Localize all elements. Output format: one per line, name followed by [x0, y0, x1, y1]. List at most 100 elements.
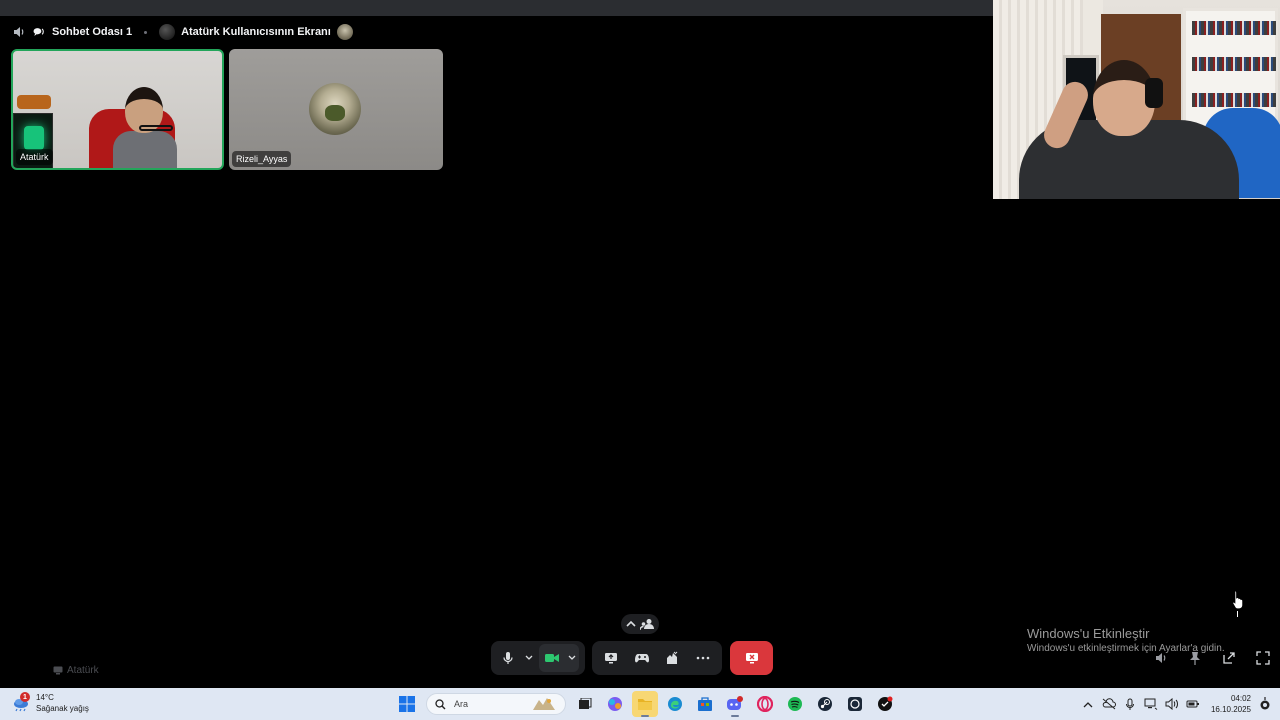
store-icon: [698, 697, 712, 711]
camera-options-button[interactable]: [566, 646, 578, 670]
spotify-icon: [788, 697, 802, 711]
search-icon: [435, 698, 446, 709]
video-tools: [1150, 648, 1274, 668]
activity-controls: [592, 641, 722, 675]
volume-icon: [1156, 653, 1166, 663]
video-camera-icon: [544, 654, 559, 662]
leave-call-icon: [745, 653, 758, 664]
self-status: Atatürk: [53, 665, 99, 676]
volume-button[interactable]: [1150, 646, 1172, 670]
app-window-icon: [848, 697, 862, 711]
pop-out-button[interactable]: [1218, 646, 1240, 670]
stream-title: Atatürk Kullanıcısının Ekranı: [181, 26, 331, 38]
gamepad-icon: [634, 654, 649, 663]
folder-icon: [638, 699, 652, 710]
network-icon: [1144, 698, 1158, 710]
tray-overflow-button[interactable]: [1081, 697, 1095, 711]
participant-name-label: Rizeli_Ayyas: [232, 151, 292, 167]
tray-battery[interactable]: [1186, 697, 1200, 711]
chevron-down-icon: [525, 655, 533, 660]
discord-icon: [727, 696, 743, 710]
chat-bubble-icon: [32, 25, 46, 39]
task-view-button[interactable]: [572, 691, 598, 717]
app-icon-8[interactable]: [842, 691, 868, 717]
microphone-icon: [503, 652, 513, 664]
volume-icon: [1165, 698, 1178, 710]
media-controls: [491, 641, 585, 675]
chevron-up-icon: [1083, 701, 1093, 707]
channel-name[interactable]: Sohbet Odası 1: [52, 26, 132, 38]
participant-name-label: Atatürk: [16, 149, 53, 165]
search-placeholder: Ara: [454, 699, 469, 709]
screen-icon: [53, 666, 63, 675]
opera-icon: [757, 696, 773, 712]
file-explorer-app[interactable]: [632, 691, 658, 717]
microphone-options-button[interactable]: [523, 646, 535, 670]
webcam-person: [113, 87, 177, 168]
soundboard-icon: [667, 651, 678, 664]
controls-toggle-button[interactable]: [621, 614, 659, 634]
clock-time: 04:02: [1230, 694, 1251, 703]
notification-center-button[interactable]: [1258, 697, 1272, 711]
more-options-button[interactable]: [692, 646, 714, 670]
edge-app[interactable]: [662, 691, 688, 717]
weather-icon: 1: [12, 692, 30, 712]
discord-app[interactable]: [722, 691, 748, 717]
steam-icon: [818, 697, 832, 711]
microphone-icon: [1125, 698, 1134, 710]
bell-icon: [1260, 697, 1270, 710]
participants-icon: [640, 619, 654, 630]
pop-out-icon: [1223, 652, 1235, 664]
tray-microphone[interactable]: [1123, 697, 1137, 711]
separator-dot: [144, 30, 148, 34]
opera-app[interactable]: [752, 691, 778, 717]
participant-tile-rizeli-ayyas[interactable]: Rizeli_Ayyas: [229, 49, 443, 170]
microsoft-store-app[interactable]: [692, 691, 718, 717]
weather-widget[interactable]: 1 14°C Sağanak yağış: [12, 692, 89, 714]
start-button[interactable]: [394, 691, 420, 717]
pip-webcam-video[interactable]: [993, 0, 1280, 199]
taskbar-apps: Ara: [394, 690, 898, 718]
tray-volume[interactable]: [1165, 697, 1179, 711]
participant-tile-atatürk[interactable]: Atatürk: [11, 49, 224, 170]
tray-network[interactable]: [1144, 697, 1158, 711]
steam-app[interactable]: [812, 691, 838, 717]
notification-badge: 1: [20, 692, 30, 702]
fullscreen-button[interactable]: [1252, 646, 1274, 670]
spotify-app[interactable]: [782, 691, 808, 717]
app-icon-9[interactable]: [872, 691, 898, 717]
copilot-icon: [608, 697, 622, 711]
cloud-off-icon: [1102, 698, 1116, 710]
viewer-avatar[interactable]: [336, 24, 353, 40]
weather-description: Sağanak yağış: [36, 704, 89, 713]
soundboard-button[interactable]: [661, 646, 683, 670]
windows-taskbar: 1 14°C Sağanak yağış Ara 04:02 16.10.202…: [0, 688, 1280, 720]
disconnect-button[interactable]: [730, 641, 773, 675]
windows-logo-icon: [399, 696, 415, 712]
share-screen-button[interactable]: [600, 646, 622, 670]
watermark-title: Windows'u Etkinleştir: [1027, 626, 1150, 641]
chevron-up-icon: [626, 620, 636, 627]
taskbar-clock[interactable]: 04:02 16.10.2025: [1211, 693, 1251, 715]
call-header: Sohbet Odası 1 Atatürk Kullanıcısının Ek…: [12, 23, 353, 41]
pin-button[interactable]: [1184, 646, 1206, 670]
pin-icon: [1190, 652, 1200, 665]
chevron-down-icon: [568, 655, 575, 660]
tray-cloud-offline[interactable]: [1102, 697, 1116, 711]
headset-image: [1145, 78, 1163, 108]
mouse-cursor: [1232, 590, 1244, 623]
toy-car-image: [17, 95, 51, 109]
microphone-button[interactable]: [497, 646, 519, 670]
app-circle-icon: [878, 696, 893, 711]
taskbar-search[interactable]: Ara: [426, 693, 566, 715]
self-name: Atatürk: [67, 665, 99, 676]
more-dots-icon: [696, 656, 710, 660]
camera-button[interactable]: [541, 646, 563, 670]
screen-share-icon: [605, 652, 618, 663]
system-tray: 04:02 16.10.2025: [1081, 690, 1272, 718]
activities-button[interactable]: [631, 646, 653, 670]
weather-temperature: 14°C: [36, 693, 54, 702]
fullscreen-icon: [1256, 651, 1270, 665]
copilot-app[interactable]: [602, 691, 628, 717]
speaker-icon[interactable]: [12, 25, 26, 39]
